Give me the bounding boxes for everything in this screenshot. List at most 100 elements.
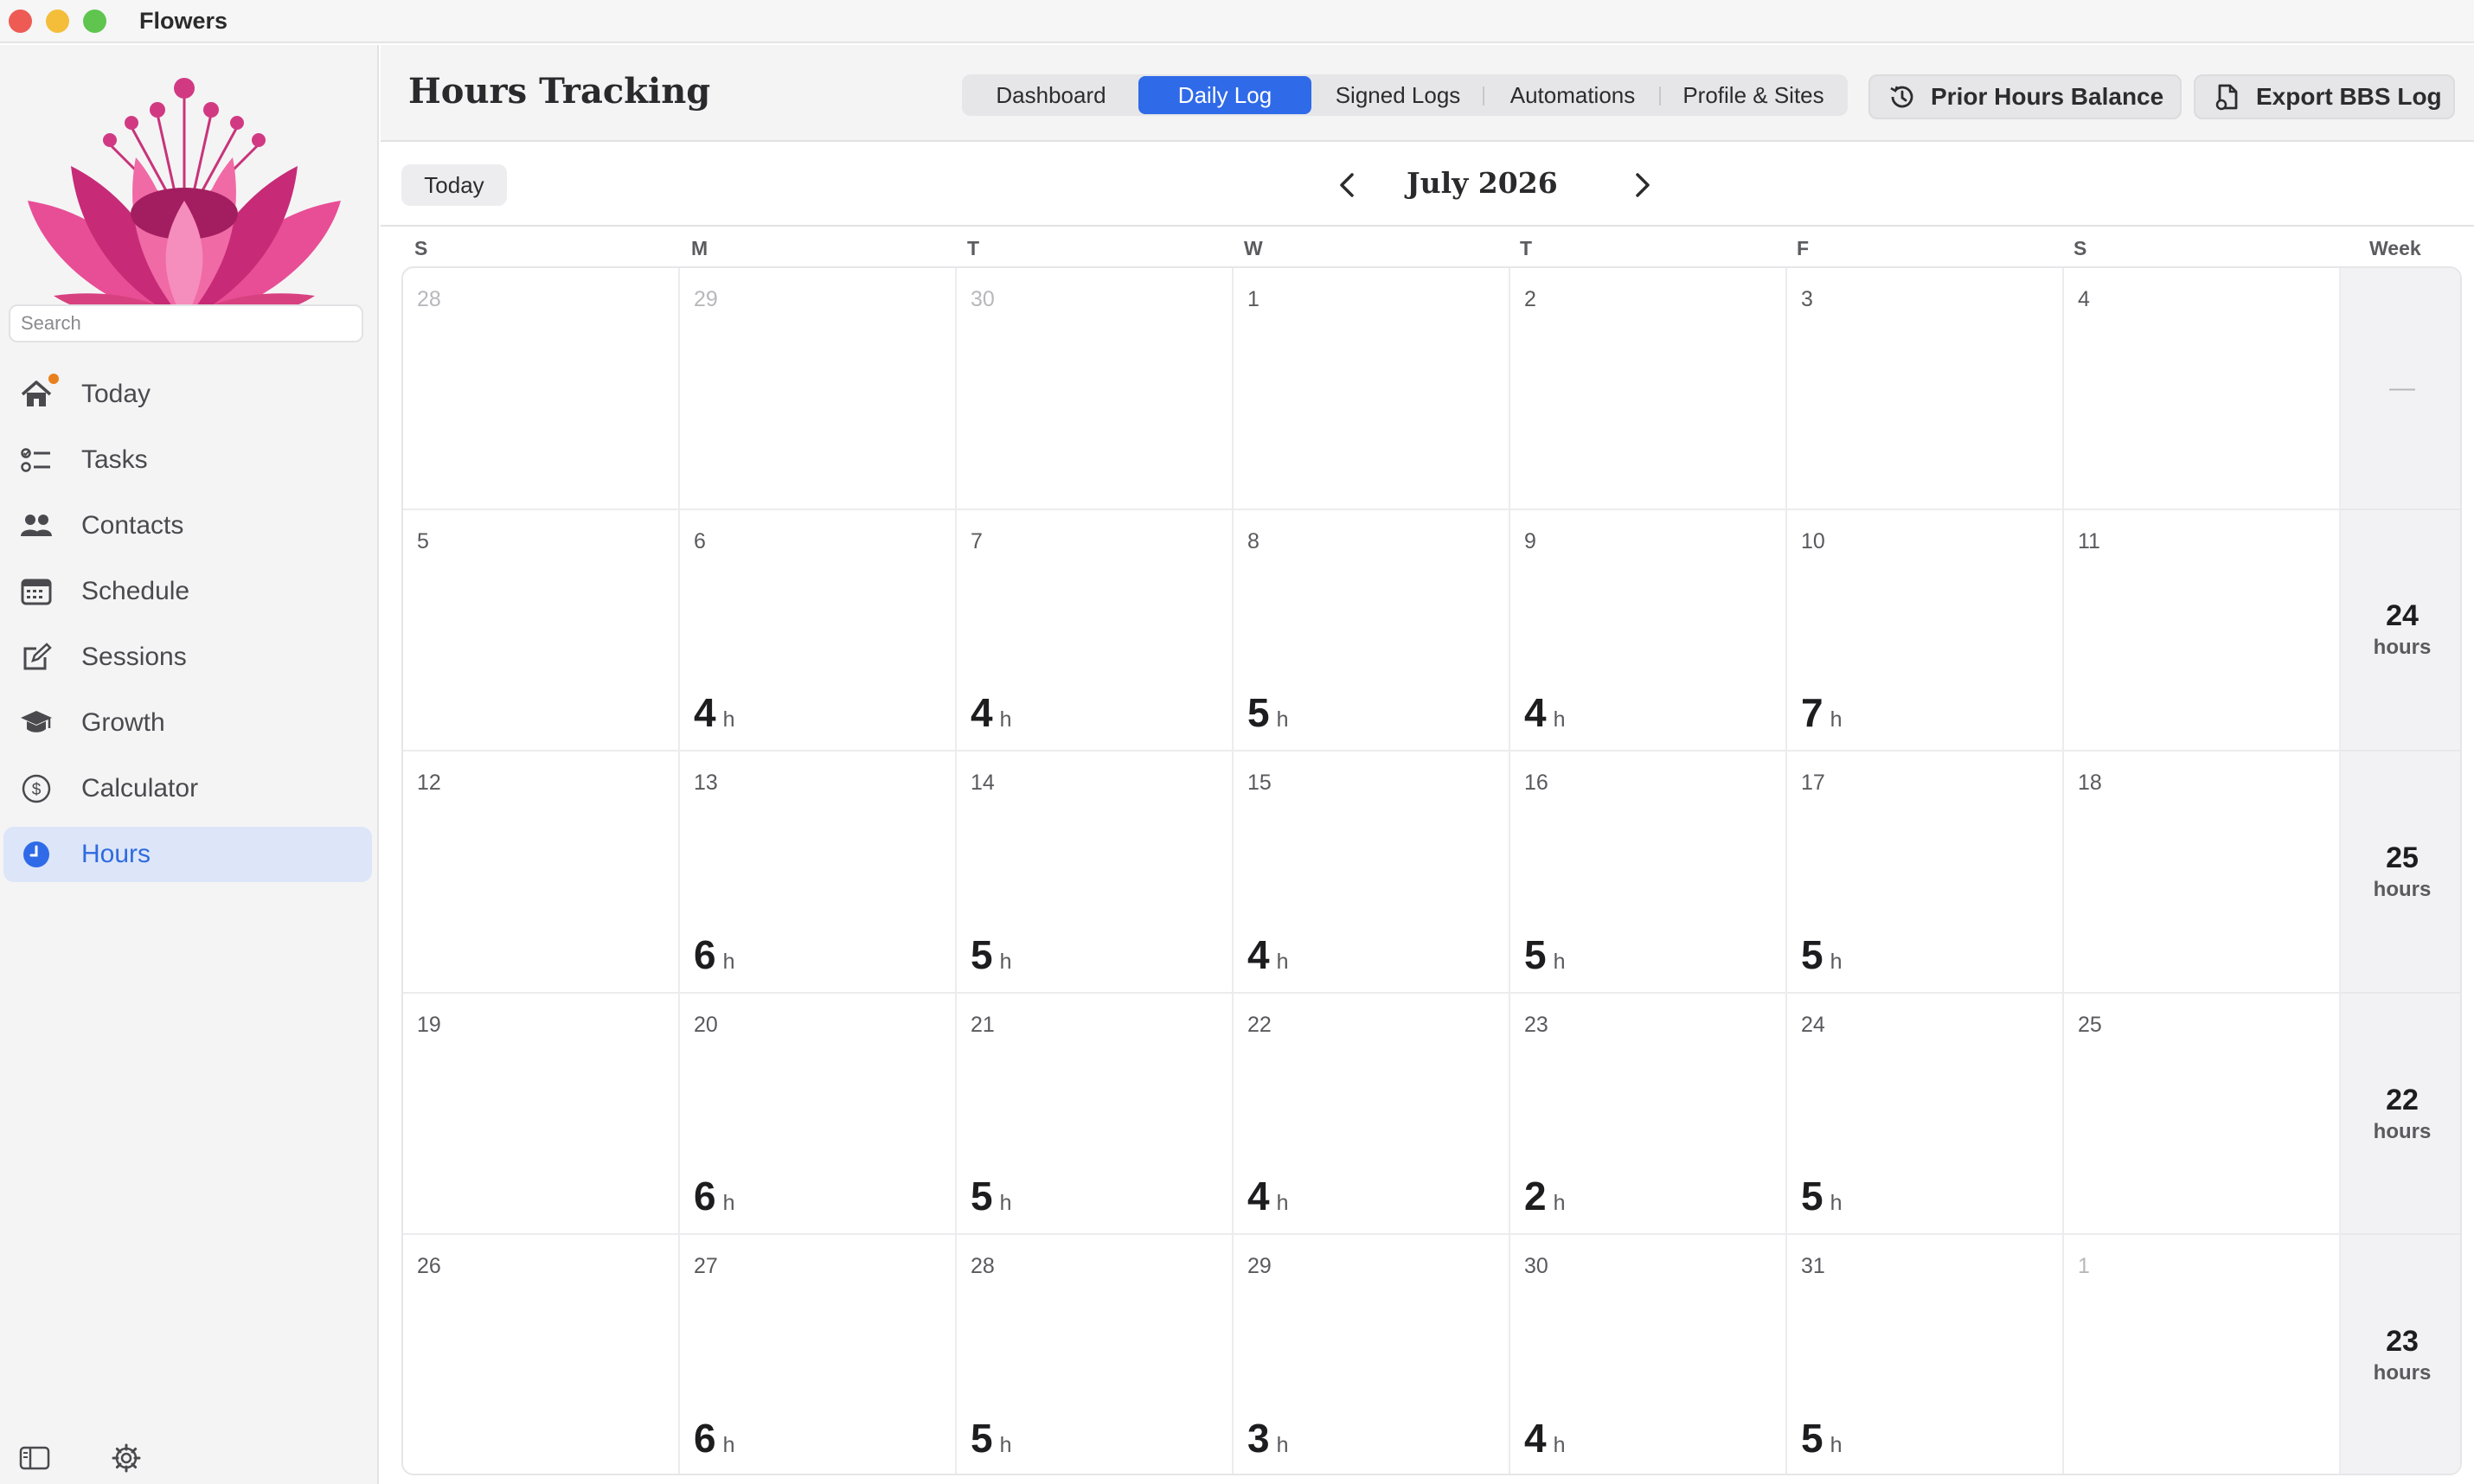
- minimize-window-button[interactable]: [46, 9, 69, 33]
- people-icon: [17, 507, 55, 545]
- sidebar-item-label: Schedule: [81, 577, 190, 605]
- tab-dashboard[interactable]: Dashboard: [964, 76, 1138, 114]
- day-cell[interactable]: 25: [2064, 993, 2341, 1236]
- sidebar-item-label: Growth: [81, 708, 165, 737]
- week-total-unit: hours: [2373, 877, 2432, 901]
- day-hours: 4h: [1524, 1415, 1566, 1462]
- day-cell[interactable]: 1: [2064, 1235, 2341, 1474]
- tab-signed-logs[interactable]: Signed Logs: [1311, 76, 1484, 114]
- day-cell[interactable]: 18: [2064, 752, 2341, 994]
- day-cell[interactable]: 19: [403, 993, 680, 1236]
- sidebar-item-label: Sessions: [81, 643, 187, 671]
- sidebar-item-label: Hours: [81, 840, 151, 868]
- day-cell[interactable]: 1: [1234, 268, 1510, 510]
- day-cell[interactable]: 14 5 h: [957, 752, 1234, 994]
- day-cell[interactable]: 12: [403, 752, 680, 994]
- day-cell[interactable]: 30 4 h: [1510, 1235, 1787, 1474]
- day-cell[interactable]: 5: [403, 509, 680, 752]
- week-total-unit: hours: [2373, 636, 2432, 660]
- hours-value: 5: [971, 1415, 993, 1461]
- dollar-circle-icon: $: [17, 770, 55, 808]
- week-total-value: 22: [2386, 1083, 2419, 1116]
- month-title: July 2026: [1407, 166, 1558, 200]
- sidebar-item-contacts[interactable]: Contacts: [3, 498, 372, 553]
- day-cell[interactable]: 27 6 h: [680, 1235, 957, 1474]
- day-cell[interactable]: 9 4h: [1510, 509, 1787, 752]
- day-cell[interactable]: 31 5 h: [1787, 1235, 2064, 1474]
- weekday-header: F: [1797, 236, 1810, 259]
- day-cell[interactable]: 26: [403, 1235, 680, 1474]
- day-cell[interactable]: 2: [1510, 268, 1787, 510]
- day-number: 27: [694, 1254, 718, 1279]
- hours-unit: h: [1553, 949, 1566, 974]
- sidebar-footer: [19, 1442, 142, 1474]
- day-cell[interactable]: 20 6 h: [680, 993, 957, 1236]
- prior-hours-balance-button[interactable]: Prior Hours Balance: [1868, 74, 2182, 119]
- previous-month-button[interactable]: [1330, 168, 1365, 202]
- sidebar-item-schedule[interactable]: Schedule: [3, 564, 372, 619]
- hours-unit: h: [722, 1191, 735, 1216]
- day-cell[interactable]: 17 5 h: [1787, 752, 2064, 994]
- day-cell[interactable]: 3: [1787, 268, 2064, 510]
- day-cell[interactable]: 28: [403, 268, 680, 510]
- tab-daily-log[interactable]: Daily Log: [1138, 76, 1311, 114]
- day-cell[interactable]: 13 6 h: [680, 752, 957, 994]
- tab-automations[interactable]: Automations: [1484, 76, 1661, 114]
- day-hours: 5h: [1247, 689, 1289, 736]
- sidebar-item-label: Tasks: [81, 445, 148, 474]
- hours-value: 6: [694, 931, 716, 977]
- sidebar-item-sessions[interactable]: Sessions: [3, 630, 372, 685]
- day-cell[interactable]: 4: [2064, 268, 2341, 510]
- sidebar-item-tasks[interactable]: Tasks: [3, 432, 372, 488]
- day-cell[interactable]: 28 5 h: [957, 1235, 1234, 1474]
- day-number: 30: [1524, 1254, 1548, 1279]
- gear-icon[interactable]: [111, 1442, 142, 1474]
- day-hours: 4h: [694, 689, 735, 736]
- day-cell[interactable]: 7 4h: [957, 509, 1234, 752]
- compose-icon: [17, 638, 55, 676]
- day-cell[interactable]: 16 5 h: [1510, 752, 1787, 994]
- day-cell[interactable]: 29 3 h: [1234, 1235, 1510, 1474]
- hours-value: 3: [1247, 1415, 1270, 1461]
- hours-value: 4: [694, 690, 716, 736]
- search-input[interactable]: [9, 304, 363, 342]
- day-cell[interactable]: 24 5 h: [1787, 993, 2064, 1236]
- next-month-button[interactable]: [1625, 168, 1659, 202]
- day-cell[interactable]: 30: [957, 268, 1234, 510]
- day-hours: 5h: [971, 931, 1012, 978]
- clock-icon: [17, 835, 55, 873]
- close-window-button[interactable]: [9, 9, 32, 33]
- day-number: 24: [1801, 1012, 1825, 1037]
- maximize-window-button[interactable]: [83, 9, 106, 33]
- day-cell[interactable]: 15 4 h: [1234, 752, 1510, 994]
- hours-unit: h: [1276, 1191, 1289, 1216]
- day-number: 13: [694, 771, 718, 796]
- checklist-icon: [17, 441, 55, 479]
- sidebar-item-calculator[interactable]: $ Calculator: [3, 761, 372, 816]
- week-total-cell: 25 hours: [2341, 752, 2460, 994]
- hours-value: 6: [694, 1415, 716, 1461]
- day-cell[interactable]: 23 2 h: [1510, 993, 1787, 1236]
- sidebar-item-today[interactable]: Today: [3, 367, 372, 422]
- day-cell[interactable]: 29: [680, 268, 957, 510]
- day-cell[interactable]: 10 7 h: [1787, 509, 2064, 752]
- hours-unit: h: [722, 949, 735, 974]
- day-cell[interactable]: 22 4 h: [1234, 993, 1510, 1236]
- sidebar-item-hours[interactable]: Hours: [3, 827, 372, 882]
- today-button[interactable]: Today: [401, 164, 507, 206]
- hours-value: 4: [1247, 1174, 1270, 1219]
- sidebar-item-growth[interactable]: Growth: [3, 695, 372, 751]
- export-bbs-log-button[interactable]: Export BBS Log: [2194, 74, 2455, 119]
- tab-profile-sites[interactable]: Profile & Sites: [1661, 76, 1846, 114]
- chevron-left-icon: [1340, 173, 1354, 197]
- view-tabs: Dashboard Daily Log Signed Logs Automati…: [962, 74, 1848, 116]
- day-cell[interactable]: 21 5 h: [957, 993, 1234, 1236]
- hours-value: 2: [1524, 1174, 1547, 1219]
- house-icon: [17, 374, 59, 413]
- day-hours: 5h: [971, 1173, 1012, 1219]
- day-cell[interactable]: 6 4h: [680, 509, 957, 752]
- day-cell[interactable]: 11: [2064, 509, 2341, 752]
- day-cell[interactable]: 8 5h: [1234, 509, 1510, 752]
- sidebar-toggle-icon[interactable]: [19, 1442, 50, 1474]
- history-clock-icon: [1890, 86, 1913, 108]
